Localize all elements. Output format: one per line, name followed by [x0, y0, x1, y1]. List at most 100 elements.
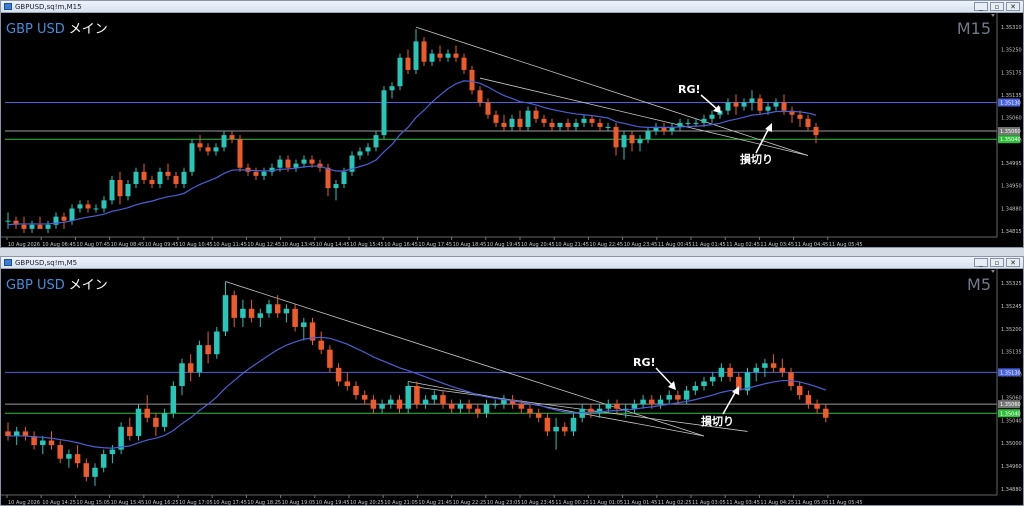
- time-tick-label: 10 Aug 07:45: [76, 242, 110, 247]
- minimize-icon[interactable]: _: [974, 2, 988, 11]
- candle: [157, 171, 163, 185]
- candle: [813, 126, 819, 136]
- candle: [21, 224, 27, 229]
- candle: [823, 408, 829, 418]
- chart-window-m5[interactable]: GBPUSD,sq!m,M5 _ ▫ ✕ 1.35325 1.35245 1.352…: [0, 256, 1024, 506]
- candle: [475, 408, 481, 414]
- time-tick-label: 10 Aug 17:45: [418, 242, 452, 247]
- candle: [365, 147, 371, 152]
- stop-loss-annotation: 損切り: [701, 414, 734, 428]
- candle: [388, 399, 394, 405]
- candle: [370, 399, 377, 409]
- candle: [318, 340, 324, 350]
- price-tick-label: 1.35135: [1001, 93, 1022, 99]
- candle: [421, 41, 427, 62]
- window-titlebar[interactable]: GBPUSD,sq!m,M5 _ ▫ ✕: [1, 257, 1023, 269]
- price-tick-label: 1.35060: [1001, 116, 1022, 122]
- arrow-icon: [722, 390, 737, 415]
- candle: [5, 220, 11, 222]
- window-titlebar[interactable]: GBPUSD,sq!m,M15 _ ▫ ✕: [1, 1, 1023, 13]
- minimize-icon[interactable]: _: [974, 258, 988, 267]
- candle: [196, 345, 203, 373]
- chart-area[interactable]: 1.35325 1.35245 1.35200 1.35135 1.35130 1.350…: [1, 269, 1023, 505]
- time-tick-label: 11 Aug 03:45: [726, 500, 760, 505]
- candle: [492, 404, 498, 406]
- candle: [189, 143, 195, 172]
- candle: [274, 304, 281, 314]
- candlestick-chart[interactable]: 1.35325 1.35245 1.35200 1.35135 1.35130 1.350…: [1, 269, 1023, 505]
- time-tick-label: 11 Aug 05:45: [829, 242, 863, 247]
- candle: [549, 122, 555, 127]
- candle: [483, 404, 490, 414]
- time-tick-label: 10 Aug 23:45: [521, 500, 555, 505]
- candle: [770, 363, 777, 368]
- time-tick-label: 11 Aug 00:25: [555, 500, 589, 505]
- candle: [181, 171, 187, 185]
- candle: [22, 431, 29, 436]
- timeframe-label: M5: [967, 275, 991, 294]
- chart-window-m15[interactable]: GBPUSD,sq!m,M15 _ ▫ ✕ 1.35310 1.35250 1.35…: [0, 0, 1024, 248]
- candle: [631, 404, 638, 409]
- candle: [344, 381, 351, 386]
- candle: [405, 386, 411, 409]
- candle: [170, 386, 177, 414]
- candle: [493, 114, 499, 123]
- candle: [685, 122, 691, 124]
- time-tick-label: 11 Aug 01:45: [692, 242, 726, 247]
- time-tick-label: 10 Aug 14:45: [316, 242, 350, 247]
- symbol-text: GBP USD: [6, 22, 65, 37]
- candlestick-chart[interactable]: 1.35310 1.35250 1.35175 1.35135 1.35060 1.350…: [1, 13, 1023, 247]
- candle: [621, 135, 627, 148]
- candle: [253, 171, 259, 176]
- candle: [437, 53, 443, 58]
- arrow-icon: [700, 94, 718, 110]
- trendline: [415, 26, 809, 156]
- time-tick-label: 11 Aug 02:25: [658, 500, 692, 505]
- candle: [709, 376, 716, 382]
- candle: [741, 102, 747, 107]
- candle: [357, 151, 363, 156]
- candle: [645, 131, 651, 140]
- time-tick-label: 10 Aug 19:45: [316, 500, 350, 505]
- candle: [535, 413, 542, 418]
- candle: [683, 390, 690, 400]
- symbol-label: GBP USD メイン: [6, 274, 108, 293]
- candle: [292, 308, 298, 327]
- candle: [517, 118, 523, 127]
- candle: [579, 408, 585, 418]
- close-icon[interactable]: ✕: [1006, 258, 1020, 267]
- candle: [701, 381, 707, 386]
- time-tick-label: 10 Aug 19:05: [282, 500, 316, 505]
- candle: [614, 404, 620, 409]
- time-tick-label: 10 Aug 22:25: [453, 500, 487, 505]
- time-tick-label: 10 Aug 06:45: [42, 242, 76, 247]
- candle: [445, 53, 451, 58]
- candle: [74, 454, 81, 464]
- price-tick-label: 1.34880: [1001, 487, 1022, 493]
- timeframe-label: M15: [956, 19, 991, 38]
- time-tick-label: 10 Aug 22:45: [589, 242, 623, 247]
- candle: [40, 440, 46, 446]
- candle: [69, 208, 75, 221]
- price-tick-label: 1.34995: [1001, 161, 1022, 167]
- candle: [501, 122, 507, 127]
- rg-annotation: RG!: [633, 356, 656, 369]
- candle: [240, 308, 246, 318]
- time-tick-label: 10 Aug 2026: [8, 242, 40, 247]
- candle: [197, 143, 203, 148]
- time-tick-label: 10 Aug 16:25: [145, 500, 179, 505]
- restore-icon[interactable]: ▫: [990, 258, 1004, 267]
- candle: [805, 118, 811, 127]
- candle: [133, 171, 139, 185]
- price-tick-label: 1.35200: [1001, 327, 1022, 333]
- chart-app-icon: [4, 259, 12, 266]
- candle: [127, 426, 133, 436]
- restore-icon[interactable]: ▫: [990, 2, 1004, 11]
- close-icon[interactable]: ✕: [1006, 2, 1020, 11]
- chart-area[interactable]: 1.35310 1.35250 1.35175 1.35135 1.35060 1.350…: [1, 13, 1023, 247]
- time-tick-label: 11 Aug 03:05: [692, 500, 726, 505]
- price-tag-label: 1.35130: [1000, 101, 1021, 107]
- candle: [389, 86, 395, 91]
- candle: [61, 216, 67, 221]
- candle: [693, 122, 699, 124]
